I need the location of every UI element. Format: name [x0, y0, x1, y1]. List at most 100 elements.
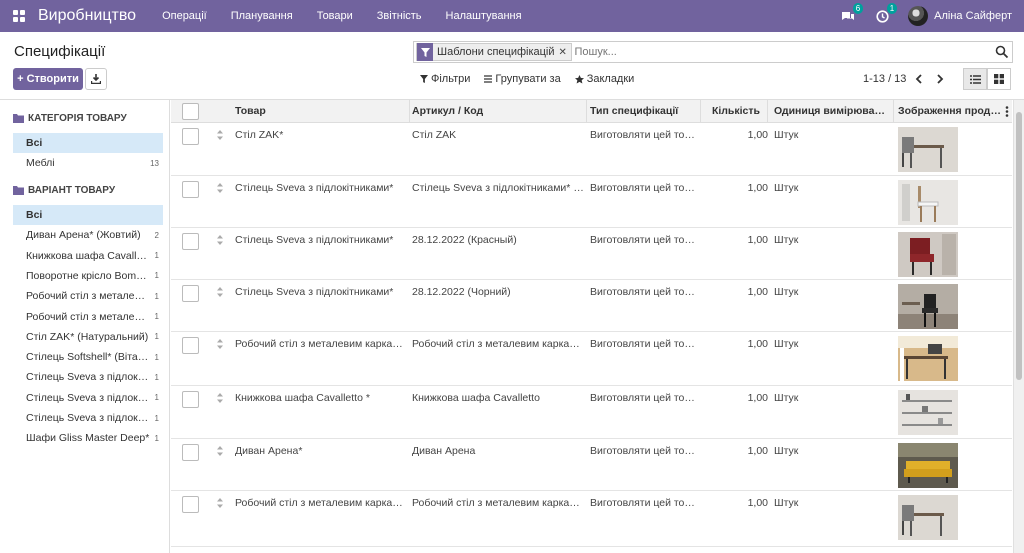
divider [586, 100, 587, 123]
table-row[interactable]: Диван Арена* Диван Арена Виготовляти цей т… [171, 439, 1012, 491]
side-item-label: Диван Арена* (Жовтий) [26, 229, 141, 242]
side-item-label: Робочий стіл з металевим каркасом [26, 290, 150, 303]
drag-handle-icon[interactable] [216, 445, 226, 457]
search-input[interactable] [574, 46, 995, 58]
select-all-checkbox[interactable] [182, 103, 199, 120]
row-checkbox[interactable] [182, 391, 199, 408]
col-reference[interactable]: Артикул / Код [412, 100, 582, 123]
table-row[interactable]: Стілець Sveva з підлокітниками* 28.12.202… [171, 228, 1012, 280]
row-checkbox[interactable] [182, 337, 199, 354]
app-title[interactable]: Виробництво [38, 7, 136, 25]
side-item-label: Поворотне крісло Bombo* [26, 269, 150, 282]
table-row[interactable]: Стілець Sveva з підлокітниками* 28.12.202… [171, 280, 1012, 332]
drag-handle-icon[interactable] [216, 182, 226, 194]
drag-handle-icon[interactable] [216, 392, 226, 404]
side-item[interactable]: Стілець Softshell* (Віталіс) 1 [13, 347, 163, 367]
side-item[interactable]: Поворотне крісло Bombo* 1 [13, 266, 163, 286]
cell-reference: Робочий стіл з металевим каркасом [412, 497, 584, 509]
side-item[interactable]: Диван Арена* (Жовтий) 2 [13, 225, 163, 245]
red-chair-image[interactable] [898, 232, 958, 277]
scrollbar[interactable] [1013, 100, 1024, 553]
cell-reference: 28.12.2022 (Чорний) [412, 286, 511, 298]
cell-product: Робочий стіл з металевим каркасом [235, 497, 405, 509]
black-chair-image[interactable] [898, 284, 958, 329]
cell-product: Стілець Sveva з підлокітниками* [235, 234, 394, 246]
drag-handle-icon[interactable] [216, 338, 226, 350]
divider [893, 100, 894, 123]
create-button[interactable]: + Створити [13, 68, 83, 90]
groupby-label: Групувати за [495, 73, 561, 85]
variant-header-label: ВАРІАНТ ТОВАРУ [28, 185, 116, 196]
filter-icon [420, 75, 428, 83]
row-checkbox[interactable] [182, 444, 199, 461]
scrollbar-thumb[interactable] [1016, 112, 1022, 380]
cell-bom-type: Виготовляти цей товар [590, 286, 696, 298]
side-item[interactable]: Стіл ZAK* (Натуральний) 1 [13, 327, 163, 347]
table-row[interactable]: Книжкова шафа Cavalletto * Книжкова шафа … [171, 386, 1012, 439]
side-item[interactable]: Меблі 13 [13, 153, 163, 173]
filters-button[interactable]: Фільтри [413, 73, 477, 85]
row-checkbox[interactable] [182, 496, 199, 513]
side-item[interactable]: Стілець Sveva з підлокітниками* 1 [13, 388, 163, 408]
col-uom[interactable]: Одиниця вимірювання [774, 100, 891, 123]
activity-button[interactable]: 1 [874, 3, 898, 24]
side-item-count: 1 [154, 352, 159, 362]
side-item-count: 1 [154, 291, 159, 301]
folder-icon [13, 186, 24, 195]
side-item[interactable]: Всі [13, 205, 163, 225]
drag-handle-icon[interactable] [216, 286, 226, 298]
avatar[interactable] [908, 6, 929, 26]
white-chair-image[interactable] [898, 180, 958, 225]
menu-reporting[interactable]: Звітність [365, 0, 434, 32]
col-quantity[interactable]: Кількість [704, 100, 760, 123]
menu-planning[interactable]: Планування [219, 0, 305, 32]
drag-handle-icon[interactable] [216, 129, 226, 141]
desk-chair-image[interactable] [898, 127, 958, 172]
cell-bom-type: Виготовляти цей товар [590, 234, 696, 246]
search-facet[interactable]: Шаблони специфікацій ✕ [416, 43, 572, 61]
col-image[interactable]: Зображення продукції [898, 100, 1002, 123]
search-icon[interactable] [995, 45, 1009, 59]
table-row[interactable]: Робочий стіл з металевим каркасом Робочий… [171, 332, 1012, 386]
star-icon [574, 74, 584, 83]
side-item[interactable]: Стілець Sveva з підлокітниками* 1 [13, 408, 163, 428]
list-view-button[interactable] [963, 68, 987, 90]
side-item[interactable]: Всі [13, 133, 163, 153]
table-row[interactable]: Робочий стіл з металевим каркасом Робочий… [171, 491, 1012, 547]
side-item-label: Шафи Gliss Master Deep* [26, 432, 150, 445]
pager-value[interactable]: 1-13 / 13 [863, 73, 906, 85]
desk-chair-image[interactable] [898, 495, 958, 540]
column-options-icon[interactable] [1005, 106, 1009, 117]
row-checkbox[interactable] [182, 285, 199, 302]
menu-configuration[interactable]: Налаштування [434, 0, 534, 32]
drag-handle-icon[interactable] [216, 234, 226, 246]
chevron-right-icon[interactable] [934, 73, 946, 85]
side-item[interactable]: Робочий стіл з металевим каркасом 1 [13, 307, 163, 327]
chevron-left-icon[interactable] [913, 73, 925, 85]
app-menu-icon[interactable] [0, 0, 38, 32]
user-name[interactable]: Аліна Сайферт [934, 10, 1012, 22]
groupby-button[interactable]: Групувати за [477, 73, 567, 85]
bookshelf-image[interactable] [898, 390, 958, 435]
table-row[interactable]: Стілець Sveva з підлокітниками* Стілець S… [171, 176, 1012, 228]
table-row[interactable]: Стіл ZAK* Стіл ZAK Виготовляти цей товар 1,… [171, 123, 1012, 176]
office-desk-image[interactable] [898, 336, 958, 381]
side-item[interactable]: Робочий стіл з металевим каркасом 1 [13, 286, 163, 306]
menu-operations[interactable]: Операції [150, 0, 219, 32]
kanban-view-button[interactable] [987, 68, 1011, 90]
drag-handle-icon[interactable] [216, 497, 226, 509]
side-item[interactable]: Шафи Gliss Master Deep* 1 [13, 428, 163, 448]
side-item[interactable]: Книжкова шафа Cavalletto * 1 [13, 246, 163, 266]
row-checkbox[interactable] [182, 181, 199, 198]
chat-button[interactable]: 6 [840, 3, 864, 24]
col-bom-type[interactable]: Тип специфікації [590, 100, 698, 123]
row-checkbox[interactable] [182, 128, 199, 145]
yellow-sofa-image[interactable] [898, 443, 958, 488]
row-checkbox[interactable] [182, 233, 199, 250]
remove-facet-icon[interactable]: ✕ [559, 47, 571, 58]
favorites-button[interactable]: Закладки [568, 73, 642, 85]
col-product[interactable]: Товар [235, 100, 405, 123]
side-item[interactable]: Стілець Sveva з підлокітниками* 1 [13, 367, 163, 387]
export-button[interactable] [85, 68, 107, 90]
menu-products[interactable]: Товари [305, 0, 365, 32]
